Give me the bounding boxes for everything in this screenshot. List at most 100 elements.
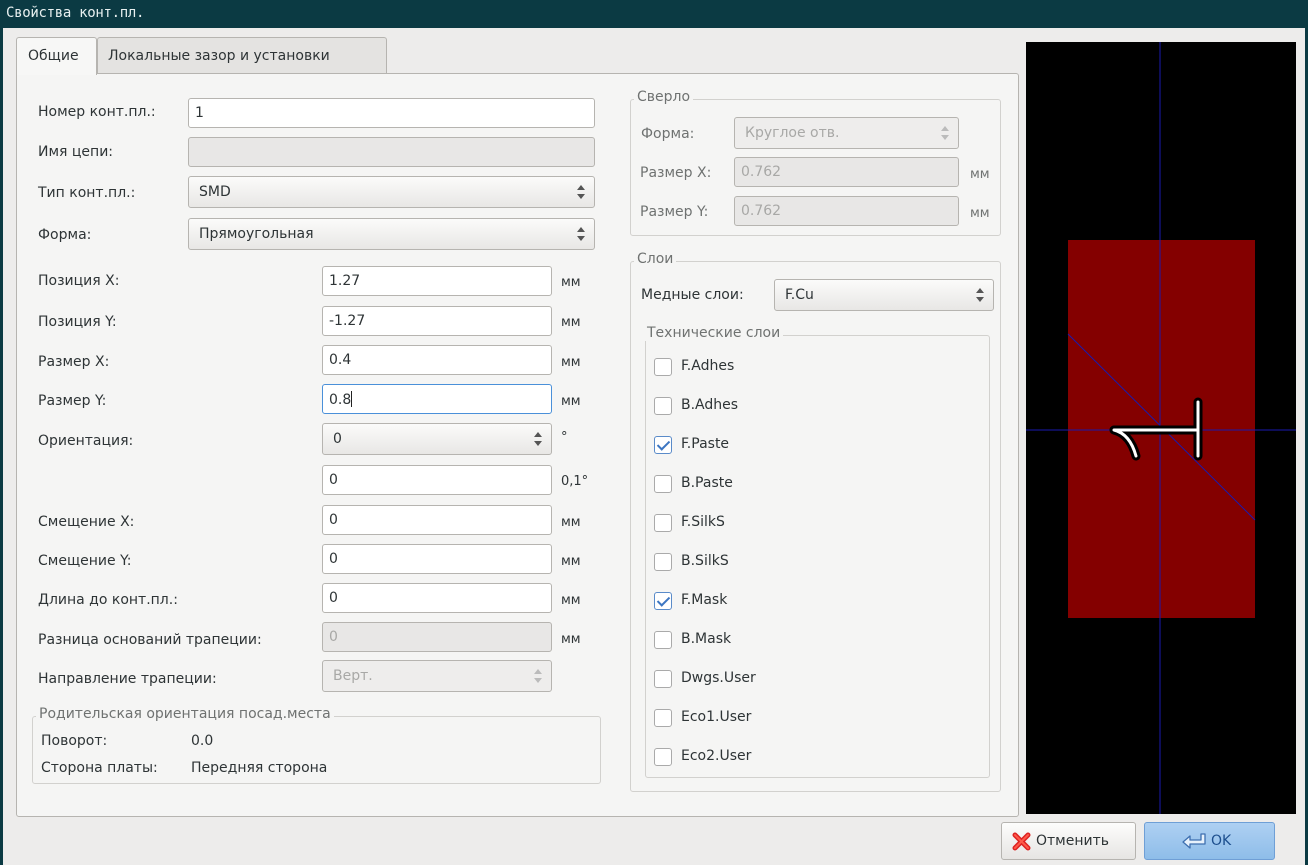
spin-arrows-icon	[577, 225, 585, 243]
pos-y-input[interactable]: -1.27	[322, 306, 552, 336]
layers-title: Слои	[634, 251, 677, 267]
trap-dir-select: Верт.	[322, 660, 552, 692]
trap-dir-value: Верт.	[333, 668, 373, 684]
pos-y-label: Позиция Y:	[38, 314, 117, 330]
layer-checkbox[interactable]	[654, 631, 672, 649]
layer-checkbox-label[interactable]: Dwgs.User	[681, 670, 756, 686]
tech-layers-title: Технические слои	[644, 325, 784, 341]
tab-local-clearance[interactable]: Локальные зазор и установки	[97, 37, 387, 74]
trap-delta-input: 0	[322, 622, 552, 652]
layer-checkbox[interactable]	[654, 709, 672, 727]
drill-shape-value: Круглое отв.	[745, 125, 840, 141]
drill-size-x-unit: мм	[970, 167, 990, 182]
pad-number-label: Номер конт.пл.:	[38, 104, 156, 120]
layer-checkbox-label[interactable]: F.Adhes	[681, 358, 734, 374]
offset-y-input[interactable]: 0	[322, 544, 552, 574]
pad-shape-select[interactable]: Прямоугольная	[188, 218, 595, 250]
orientation-select[interactable]: 0	[322, 423, 552, 455]
offset-x-label: Смещение X:	[38, 514, 135, 530]
layer-checkbox[interactable]	[654, 475, 672, 493]
rotation-value: 0.0	[191, 733, 214, 749]
layer-checkbox-label[interactable]: F.Paste	[681, 436, 729, 452]
layer-checkbox-label[interactable]: Eco2.User	[681, 748, 751, 764]
board-side-label: Сторона платы:	[41, 760, 158, 776]
die-length-unit: мм	[561, 593, 581, 608]
pos-x-unit: мм	[561, 275, 581, 290]
size-y-unit: мм	[561, 394, 581, 409]
layer-checkbox[interactable]	[654, 397, 672, 415]
pad-preview-canvas	[1026, 42, 1296, 814]
net-name-label: Имя цепи:	[38, 144, 114, 160]
spin-arrows-icon	[534, 430, 542, 448]
die-length-input[interactable]: 0	[322, 583, 552, 613]
layer-checkbox[interactable]	[654, 358, 672, 376]
pad-type-value: SMD	[199, 184, 231, 200]
drill-size-y-unit: мм	[970, 206, 990, 221]
layer-checkbox-label[interactable]: B.Adhes	[681, 397, 738, 413]
layer-checkbox-label[interactable]: B.Mask	[681, 631, 731, 647]
layer-checkbox[interactable]	[654, 436, 672, 454]
orientation-label: Ориентация:	[38, 433, 134, 449]
drill-size-y-input: 0.762	[734, 196, 959, 226]
text-caret	[351, 391, 353, 407]
drill-size-x-label: Размер X:	[640, 165, 712, 181]
copper-layers-value: F.Cu	[785, 287, 814, 303]
size-x-unit: мм	[561, 355, 581, 370]
layer-checkbox-label[interactable]: B.Paste	[681, 475, 733, 491]
spin-arrows-icon	[976, 286, 984, 304]
ok-button[interactable]: OK	[1144, 822, 1275, 860]
drill-size-x-input: 0.762	[734, 157, 959, 187]
spin-arrows-icon	[577, 183, 585, 201]
layer-checkbox-label[interactable]: Eco1.User	[681, 709, 751, 725]
offset-x-unit: мм	[561, 515, 581, 530]
tab-general[interactable]: Общие	[16, 37, 97, 75]
layer-checkbox[interactable]	[654, 553, 672, 571]
pad-shape-label: Форма:	[38, 227, 92, 243]
cancel-button-label: Отменить	[1036, 833, 1110, 849]
drill-title: Сверло	[634, 89, 694, 105]
board-side-value: Передняя сторона	[191, 760, 328, 776]
size-x-input[interactable]: 0.4	[322, 345, 552, 375]
cancel-icon	[1012, 832, 1031, 851]
die-length-label: Длина до конт.пл.:	[38, 592, 178, 608]
trap-dir-label: Направление трапеции:	[38, 671, 217, 687]
parent-orientation-title: Родительская ориентация посад.места	[36, 706, 334, 722]
layer-checkbox[interactable]	[654, 592, 672, 610]
window-frame-left	[0, 28, 3, 865]
layer-checkbox[interactable]	[654, 670, 672, 688]
layer-checkbox-label[interactable]: F.SilkS	[681, 514, 725, 530]
pad-type-select[interactable]: SMD	[188, 176, 595, 208]
drill-shape-select: Круглое отв.	[734, 117, 959, 149]
trap-delta-unit: мм	[561, 632, 581, 647]
offset-y-label: Смещение Y:	[38, 553, 132, 569]
size-y-label: Размер Y:	[38, 393, 107, 409]
layer-checkbox-label[interactable]: F.Mask	[681, 592, 727, 608]
trap-delta-label: Разница оснований трапеции:	[38, 632, 262, 648]
spin-arrows-icon	[941, 124, 949, 142]
pad-number-input[interactable]: 1	[188, 98, 595, 128]
ok-button-label: OK	[1211, 833, 1232, 849]
ok-arrow-icon	[1181, 831, 1209, 853]
copper-layers-label: Медные слои:	[641, 287, 744, 303]
drill-shape-label: Форма:	[641, 126, 695, 142]
layer-checkbox[interactable]	[654, 514, 672, 532]
pad-type-label: Тип конт.пл.:	[38, 185, 136, 201]
net-name-input	[188, 137, 595, 167]
drill-size-y-label: Размер Y:	[640, 204, 709, 220]
orientation-custom-unit: 0,1°	[561, 474, 589, 489]
pos-x-input[interactable]: 1.27	[322, 266, 552, 296]
offset-x-input[interactable]: 0	[322, 505, 552, 535]
offset-y-unit: мм	[561, 554, 581, 569]
pos-y-unit: мм	[561, 315, 581, 330]
copper-layers-select[interactable]: F.Cu	[774, 279, 994, 311]
orientation-unit: °	[561, 430, 568, 445]
size-y-input[interactable]: 0.8	[322, 384, 552, 414]
cancel-button[interactable]: Отменить	[1001, 822, 1136, 860]
layer-checkbox[interactable]	[654, 748, 672, 766]
layer-checkbox-label[interactable]: B.SilkS	[681, 553, 729, 569]
orientation-custom-input[interactable]: 0	[322, 465, 552, 495]
size-y-value: 0.8	[329, 392, 352, 408]
pos-x-label: Позиция X:	[38, 273, 120, 289]
orientation-value: 0	[333, 431, 342, 447]
pad-shape-value: Прямоугольная	[199, 226, 314, 242]
